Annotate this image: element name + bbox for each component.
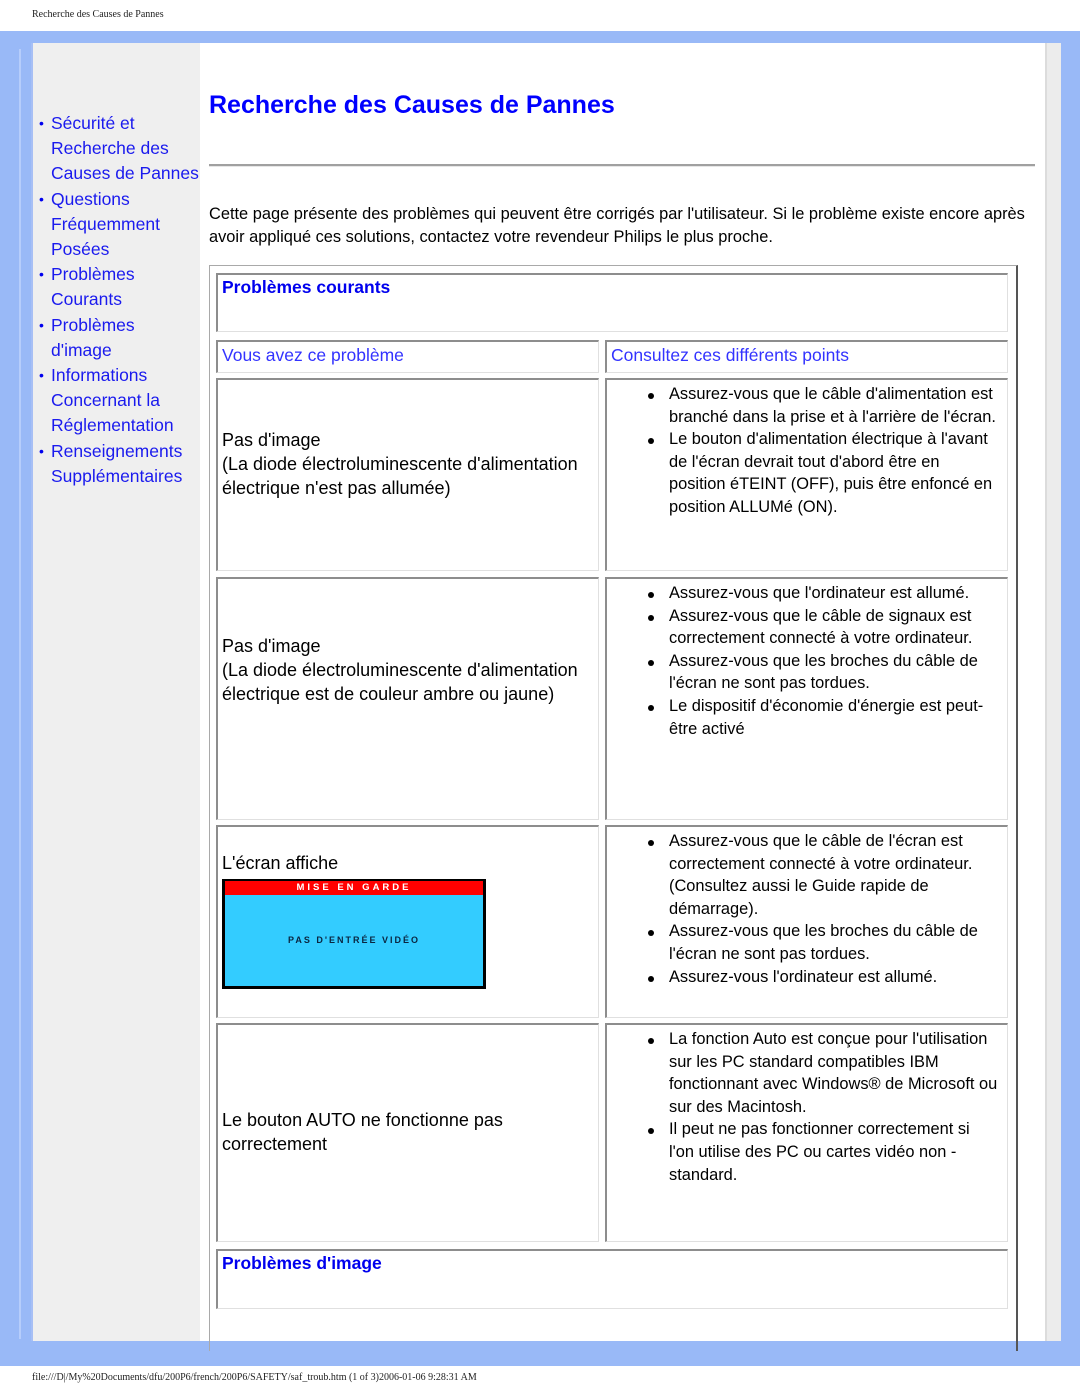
list-item: Assurez-vous que les broches du câble de… bbox=[648, 650, 999, 695]
problem-title: Pas d'image bbox=[222, 636, 321, 656]
list-item: Assurez-vous que le câble d'alimentation… bbox=[648, 383, 999, 428]
main-content: Recherche des Causes de Pannes Cette pag… bbox=[200, 43, 1045, 1351]
bullet-icon: • bbox=[39, 442, 44, 459]
bullet-icon: • bbox=[39, 115, 44, 131]
page-title: Recherche des Causes de Pannes bbox=[209, 91, 615, 119]
list-item: Le dispositif d'économie d'énergie est p… bbox=[648, 695, 999, 740]
list-item: Assurez-vous l'ordinateur est allumé. bbox=[648, 966, 999, 989]
osd-warning-image: MISE EN GARDE PAS D'ENTRÉE VIDÉO bbox=[222, 879, 486, 989]
print-footer: file:///D|/My%20Documents/dfu/200P6/fren… bbox=[32, 1372, 477, 1383]
section-header-common: Problèmes courants bbox=[216, 273, 1008, 332]
sidebar-nav: • Sécurité et Recherche des Causes de Pa… bbox=[39, 111, 199, 489]
section-title: Problèmes courants bbox=[222, 277, 391, 297]
section-header-image: Problèmes d'image bbox=[216, 1249, 1008, 1309]
sidebar-link[interactable]: Questions Fréquemment Posées bbox=[51, 189, 160, 259]
list-item: Assurez-vous que les broches du câble de… bbox=[648, 920, 999, 965]
column-header-label: Vous avez ce problème bbox=[222, 345, 404, 365]
problem-title: Le bouton AUTO ne fonctionne pas correct… bbox=[222, 1110, 503, 1154]
problem-title: Pas d'image bbox=[222, 430, 321, 450]
troubleshooting-table: Problèmes courants Vous avez ce problème… bbox=[209, 265, 1018, 1351]
osd-message: PAS D'ENTRÉE VIDÉO bbox=[225, 895, 483, 986]
column-header-label: Consultez ces différents points bbox=[611, 345, 850, 365]
table-row-problem: Le bouton AUTO ne fonctionne pas correct… bbox=[216, 1023, 599, 1242]
table-row-problem: L'écran affiche MISE EN GARDE PAS D'ENTR… bbox=[216, 825, 599, 1018]
sidebar-link[interactable]: Sécurité et Recherche des Causes de Pann… bbox=[51, 113, 199, 183]
sidebar-item-problemes-courants[interactable]: • Problèmes Courants bbox=[39, 262, 199, 312]
osd-header: MISE EN GARDE bbox=[225, 881, 483, 895]
column-header-solution: Consultez ces différents points bbox=[605, 340, 1008, 373]
bullet-icon: • bbox=[39, 190, 44, 207]
sidebar-item-reglementation[interactable]: • Informations Concernant la Réglementat… bbox=[39, 363, 199, 439]
bullet-icon: • bbox=[39, 316, 44, 333]
list-item: La fonction Auto est conçue pour l'utili… bbox=[648, 1028, 999, 1118]
list-item: Il peut ne pas fonctionner correctement … bbox=[648, 1118, 999, 1186]
sidebar-link[interactable]: Renseignements Supplémentaires bbox=[51, 441, 182, 486]
solution-list: Assurez-vous que l'ordinateur est allumé… bbox=[607, 582, 999, 740]
sidebar-link[interactable]: Informations Concernant la Réglementatio… bbox=[51, 365, 174, 435]
problem-text: Pas d'image (La diode électroluminescent… bbox=[222, 634, 592, 706]
problem-title: L'écran affiche bbox=[222, 853, 339, 873]
table-row-problem: Pas d'image (La diode électroluminescent… bbox=[216, 378, 599, 571]
sidebar-link[interactable]: Problèmes Courants bbox=[51, 264, 135, 309]
problem-detail: (La diode électroluminescente d'alimenta… bbox=[222, 660, 578, 704]
problem-detail: (La diode électroluminescente d'alimenta… bbox=[222, 454, 578, 498]
section-title: Problèmes d'image bbox=[222, 1253, 382, 1273]
bullet-icon: • bbox=[39, 266, 44, 283]
frame-divider bbox=[19, 49, 21, 1339]
page-frame: • Sécurité et Recherche des Causes de Pa… bbox=[0, 31, 1080, 1366]
table-row-solution: Assurez-vous que le câble d'alimentation… bbox=[605, 378, 1008, 571]
sidebar-item-problemes-image[interactable]: • Problèmes d'image bbox=[39, 313, 199, 363]
sidebar-item-securite[interactable]: • Sécurité et Recherche des Causes de Pa… bbox=[39, 111, 199, 187]
table-row-solution: Assurez-vous que le câble de l'écran est… bbox=[605, 825, 1008, 1018]
title-divider bbox=[209, 164, 1035, 167]
table-row-problem: Pas d'image (La diode électroluminescent… bbox=[216, 577, 599, 820]
list-item: Le bouton d'alimentation électrique à l'… bbox=[648, 428, 999, 518]
solution-list: Assurez-vous que le câble d'alimentation… bbox=[607, 383, 999, 519]
table-row-solution: La fonction Auto est conçue pour l'utili… bbox=[605, 1023, 1008, 1242]
sidebar-link[interactable]: Problèmes d'image bbox=[51, 315, 135, 360]
sidebar: • Sécurité et Recherche des Causes de Pa… bbox=[31, 43, 201, 1341]
solution-list: Assurez-vous que le câble de l'écran est… bbox=[607, 830, 999, 988]
sidebar-item-faq[interactable]: • Questions Fréquemment Posées bbox=[39, 187, 199, 263]
list-item: Assurez-vous que le câble de l'écran est… bbox=[648, 830, 999, 920]
sidebar-item-renseignements[interactable]: • Renseignements Supplémentaires bbox=[39, 439, 199, 489]
intro-text: Cette page présente des problèmes qui pe… bbox=[209, 205, 1025, 246]
print-header: Recherche des Causes de Pannes bbox=[32, 9, 164, 20]
column-header-problem: Vous avez ce problème bbox=[216, 340, 599, 373]
list-item: Assurez-vous que l'ordinateur est allumé… bbox=[648, 582, 999, 605]
bullet-icon: • bbox=[39, 367, 44, 384]
solution-list: La fonction Auto est conçue pour l'utili… bbox=[607, 1028, 999, 1186]
table-row-solution: Assurez-vous que l'ordinateur est allumé… bbox=[605, 577, 1008, 820]
right-margin-strip bbox=[1045, 43, 1061, 1341]
list-item: Assurez-vous que le câble de signaux est… bbox=[648, 605, 999, 650]
problem-text: Pas d'image (La diode électroluminescent… bbox=[222, 428, 592, 500]
